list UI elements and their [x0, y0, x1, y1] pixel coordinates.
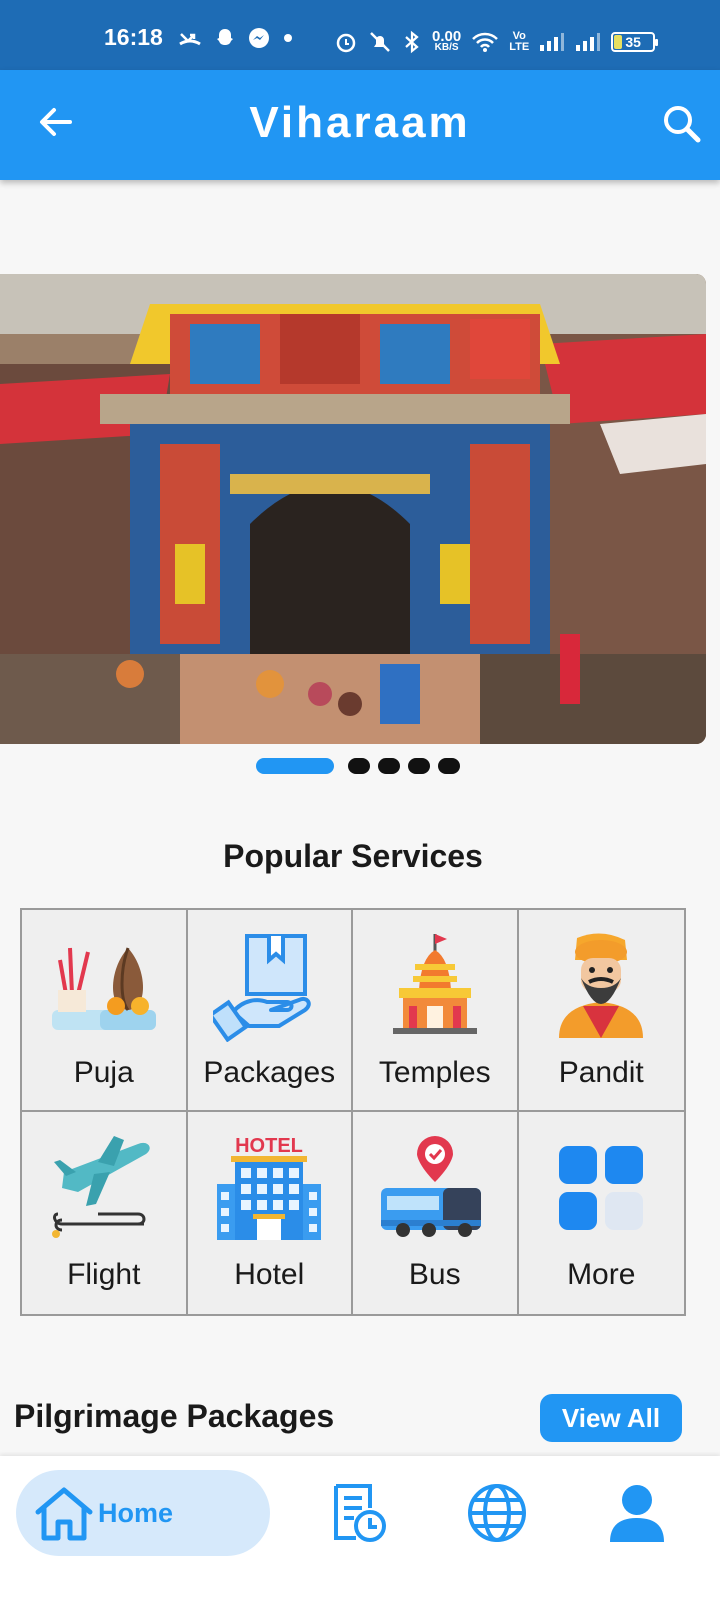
status-bar: 16:18 0.00 KB/S Vo LTE 35: [0, 0, 720, 70]
service-label: Puja: [73, 1056, 134, 1089]
temple-banner-image[interactable]: [0, 274, 706, 744]
more-icon: [559, 1146, 644, 1230]
volte-indicator: Vo LTE: [509, 30, 530, 53]
temple-illustration: [0, 274, 706, 744]
app-bar: Viharaam: [0, 70, 720, 180]
hotel-icon: HOTEL: [217, 1135, 322, 1240]
nav-home-label: Home: [98, 1498, 174, 1528]
carousel-indicator: [256, 758, 460, 774]
temple-icon: [392, 934, 477, 1034]
messenger-icon: [249, 28, 269, 48]
net-speed: 0.00 KB/S: [432, 28, 462, 53]
snapchat-icon: [217, 29, 233, 45]
profile-icon[interactable]: [606, 1482, 668, 1544]
carousel-dot[interactable]: [408, 758, 430, 774]
popular-services-title: Popular Services: [223, 838, 483, 874]
signal-icon-2: [576, 33, 601, 51]
nav-home[interactable]: Home: [16, 1470, 270, 1556]
bus-icon: [380, 1136, 481, 1237]
pandit-icon: [559, 933, 644, 1038]
carousel-dot[interactable]: [378, 758, 400, 774]
bottom-navigation: Home: [0, 1456, 720, 1600]
carousel-dot[interactable]: [438, 758, 460, 774]
bluetooth-icon: [405, 30, 419, 54]
service-label: Pandit: [558, 1056, 644, 1089]
service-label: Bus: [408, 1258, 461, 1291]
puja-icon: [51, 947, 156, 1030]
service-label: Hotel: [234, 1258, 305, 1291]
search-button[interactable]: [660, 102, 704, 146]
status-time: 16:18: [104, 24, 163, 50]
missed-call-icon: [179, 33, 201, 46]
pilgrimage-packages-title: Pilgrimage Packages: [14, 1398, 335, 1434]
service-pandit[interactable]: Pandit: [518, 910, 684, 1112]
view-all-button[interactable]: View All: [540, 1394, 682, 1442]
signal-icon: [540, 33, 565, 51]
service-flight[interactable]: Flight: [22, 1112, 188, 1314]
mute-icon: [370, 32, 390, 52]
carousel-dot-active[interactable]: [256, 758, 334, 774]
service-temples[interactable]: Temples: [353, 910, 519, 1112]
globe-icon[interactable]: [466, 1482, 528, 1544]
carousel-dot[interactable]: [348, 758, 370, 774]
service-label: Packages: [203, 1056, 336, 1089]
services-grid: Puja Packages Temples Pandit Flight HOTE…: [20, 908, 686, 1316]
alarm-icon: [336, 33, 356, 53]
service-bus[interactable]: Bus: [353, 1112, 519, 1314]
wifi-icon: [472, 32, 499, 52]
battery-indicator: 35: [611, 32, 659, 52]
search-icon: [664, 106, 701, 143]
service-label: Temples: [378, 1056, 491, 1089]
bookings-icon[interactable]: [326, 1482, 388, 1544]
service-label: More: [567, 1258, 636, 1291]
flight-icon: [51, 1136, 150, 1238]
service-label: Flight: [67, 1258, 141, 1291]
package-icon: [213, 934, 311, 1042]
hotel-sign-text: HOTEL: [235, 1135, 303, 1157]
home-icon: [35, 1487, 93, 1541]
dot-icon: [284, 34, 292, 42]
service-puja[interactable]: Puja: [22, 910, 188, 1112]
service-hotel[interactable]: HOTEL Hotel: [188, 1112, 353, 1314]
app-title: Viharaam: [249, 98, 471, 147]
service-more[interactable]: More: [519, 1112, 685, 1314]
service-packages[interactable]: Packages: [187, 910, 353, 1112]
